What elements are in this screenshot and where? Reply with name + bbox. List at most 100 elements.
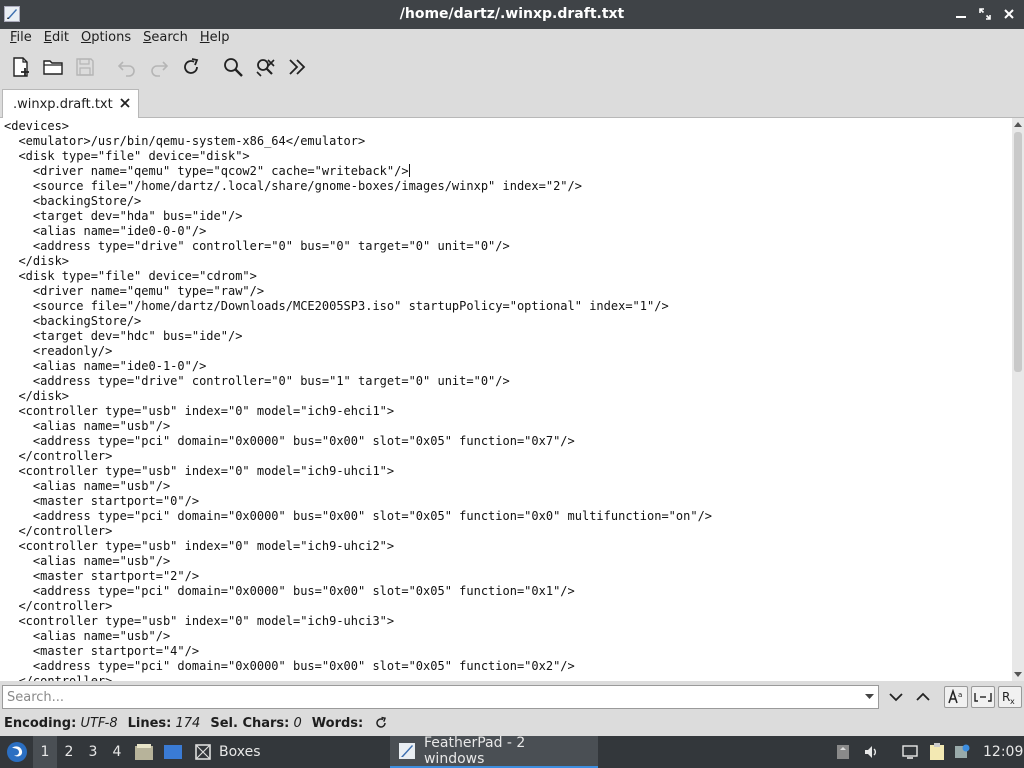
workspace-2[interactable]: 2 [57, 736, 81, 768]
taskbar: 1 2 3 4 Boxes FeatherPad - 2 windows 12:… [0, 735, 1024, 768]
close-tab-icon[interactable] [119, 97, 131, 113]
code-line[interactable]: <controller type="usb" index="0" model="… [4, 464, 712, 479]
show-desktop-launcher[interactable] [161, 736, 185, 768]
search-history-dropdown[interactable] [860, 686, 878, 708]
tab-winxp-draft[interactable]: .winxp.draft.txt [2, 89, 139, 119]
code-line[interactable]: <source file="/home/dartz/Downloads/MCE2… [4, 299, 712, 314]
menu-file[interactable]: File [4, 29, 38, 49]
code-line[interactable]: <target dev="hdc" bus="ide"/> [4, 329, 712, 344]
taskbar-boxes[interactable]: Boxes [193, 736, 261, 768]
code-line[interactable]: <disk type="file" device="disk"> [4, 149, 712, 164]
clock[interactable]: 12:09 [983, 736, 1023, 768]
file-manager-icon [135, 744, 153, 760]
taskbar-featherpad[interactable]: FeatherPad - 2 windows [390, 735, 598, 768]
whole-word-icon [974, 693, 992, 702]
search-input[interactable] [2, 685, 879, 709]
new-document-button[interactable] [6, 52, 36, 82]
scroll-up-icon[interactable] [1012, 118, 1024, 130]
tray-network[interactable] [900, 736, 920, 768]
go-to-line-button[interactable] [282, 52, 312, 82]
code-line[interactable]: <alias name="ide0-1-0"/> [4, 359, 712, 374]
find-icon [224, 58, 243, 77]
file-manager-launcher[interactable] [133, 736, 155, 768]
featherpad-icon [398, 743, 415, 759]
tray-updates[interactable] [953, 736, 971, 768]
code-line[interactable]: <disk type="file" device="cdrom"> [4, 269, 712, 284]
workspace-3[interactable]: 3 [81, 736, 105, 768]
replace-button[interactable] [250, 52, 280, 82]
code-line[interactable]: <backingStore/> [4, 314, 712, 329]
boxes-icon [195, 744, 211, 760]
editor-text[interactable]: <devices> <emulator>/usr/bin/qemu-system… [4, 119, 712, 681]
close-window-button[interactable] [1000, 5, 1018, 23]
start-menu-button[interactable] [4, 736, 30, 768]
code-line[interactable]: <alias name="usb"/> [4, 479, 712, 494]
workspace-4[interactable]: 4 [105, 736, 129, 768]
code-line[interactable]: <alias name="usb"/> [4, 554, 712, 569]
code-line[interactable]: <address type="pci" domain="0x0000" bus=… [4, 434, 712, 449]
code-line[interactable]: </controller> [4, 524, 712, 539]
svg-text:a: a [958, 691, 962, 699]
code-line[interactable]: </disk> [4, 254, 712, 269]
find-previous-button[interactable] [911, 686, 935, 708]
code-line[interactable]: <driver name="qemu" type="qcow2" cache="… [4, 164, 712, 179]
menu-options[interactable]: Options [75, 29, 137, 49]
menu-help[interactable]: Help [194, 29, 236, 49]
redo-button[interactable] [144, 52, 174, 82]
code-line[interactable]: <source file="/home/dartz/.local/share/g… [4, 179, 712, 194]
code-line[interactable]: <controller type="usb" index="0" model="… [4, 614, 712, 629]
workspace-1[interactable]: 1 [33, 736, 57, 768]
code-line[interactable]: <controller type="usb" index="0" model="… [4, 539, 712, 554]
taskbar-featherpad-label: FeatherPad - 2 windows [423, 735, 526, 767]
find-next-button[interactable] [884, 686, 908, 708]
code-line[interactable]: <address type="pci" domain="0x0000" bus=… [4, 509, 712, 524]
undo-button[interactable] [112, 52, 142, 82]
code-line[interactable]: </controller> [4, 449, 712, 464]
tray-clipboard[interactable] [927, 736, 947, 768]
scrollbar-thumb[interactable] [1014, 132, 1022, 372]
tray-storage[interactable] [834, 736, 852, 768]
code-line[interactable]: <master startport="2"/> [4, 569, 712, 584]
whole-word-toggle[interactable] [971, 686, 995, 708]
code-line[interactable]: </controller> [4, 674, 712, 681]
code-line[interactable]: <address type="pci" domain="0x0000" bus=… [4, 659, 712, 674]
tray-volume[interactable] [862, 736, 882, 768]
code-line[interactable]: <alias name="ide0-0-0"/> [4, 224, 712, 239]
code-line[interactable]: <address type="drive" controller="0" bus… [4, 239, 712, 254]
refresh-word-count-button[interactable] [365, 716, 387, 731]
code-line[interactable]: <alias name="usb"/> [4, 629, 712, 644]
code-line[interactable]: <master startport="4"/> [4, 644, 712, 659]
code-line[interactable]: </disk> [4, 389, 712, 404]
go-to-line-icon [289, 59, 306, 75]
code-line[interactable]: <address type="pci" domain="0x0000" bus=… [4, 584, 712, 599]
code-line[interactable]: <readonly/> [4, 344, 712, 359]
reload-button[interactable] [176, 52, 206, 82]
restore-button[interactable] [976, 5, 994, 23]
save-button[interactable] [70, 52, 100, 82]
open-file-button[interactable] [38, 52, 68, 82]
code-line[interactable]: <master startport="0"/> [4, 494, 712, 509]
menu-edit[interactable]: Edit [38, 29, 75, 49]
text-editor[interactable]: <devices> <emulator>/usr/bin/qemu-system… [0, 118, 1012, 681]
minimize-button[interactable] [952, 5, 970, 23]
find-button[interactable] [218, 52, 248, 82]
scroll-down-icon[interactable] [1012, 669, 1024, 681]
sel-chars-label: Sel. Chars: [210, 715, 290, 731]
replace-icon [256, 59, 275, 77]
code-line[interactable]: <driver name="qemu" type="raw"/> [4, 284, 712, 299]
code-line[interactable]: <alias name="usb"/> [4, 419, 712, 434]
code-line[interactable]: <emulator>/usr/bin/qemu-system-x86_64</e… [4, 134, 712, 149]
lines-label: Lines: [127, 715, 172, 731]
match-case-toggle[interactable]: a [944, 686, 968, 708]
code-line[interactable]: <devices> [4, 119, 712, 134]
code-line[interactable]: <address type="drive" controller="0" bus… [4, 374, 712, 389]
match-case-icon: a [948, 689, 962, 704]
menu-bar: File Edit Options Search Help [0, 29, 1024, 49]
code-line[interactable]: <backingStore/> [4, 194, 712, 209]
menu-search[interactable]: Search [137, 29, 194, 49]
code-line[interactable]: <target dev="hda" bus="ide"/> [4, 209, 712, 224]
code-line[interactable]: </controller> [4, 599, 712, 614]
vertical-scrollbar[interactable] [1012, 118, 1024, 681]
code-line[interactable]: <controller type="usb" index="0" model="… [4, 404, 712, 419]
regex-toggle[interactable]: Rx [998, 686, 1022, 708]
